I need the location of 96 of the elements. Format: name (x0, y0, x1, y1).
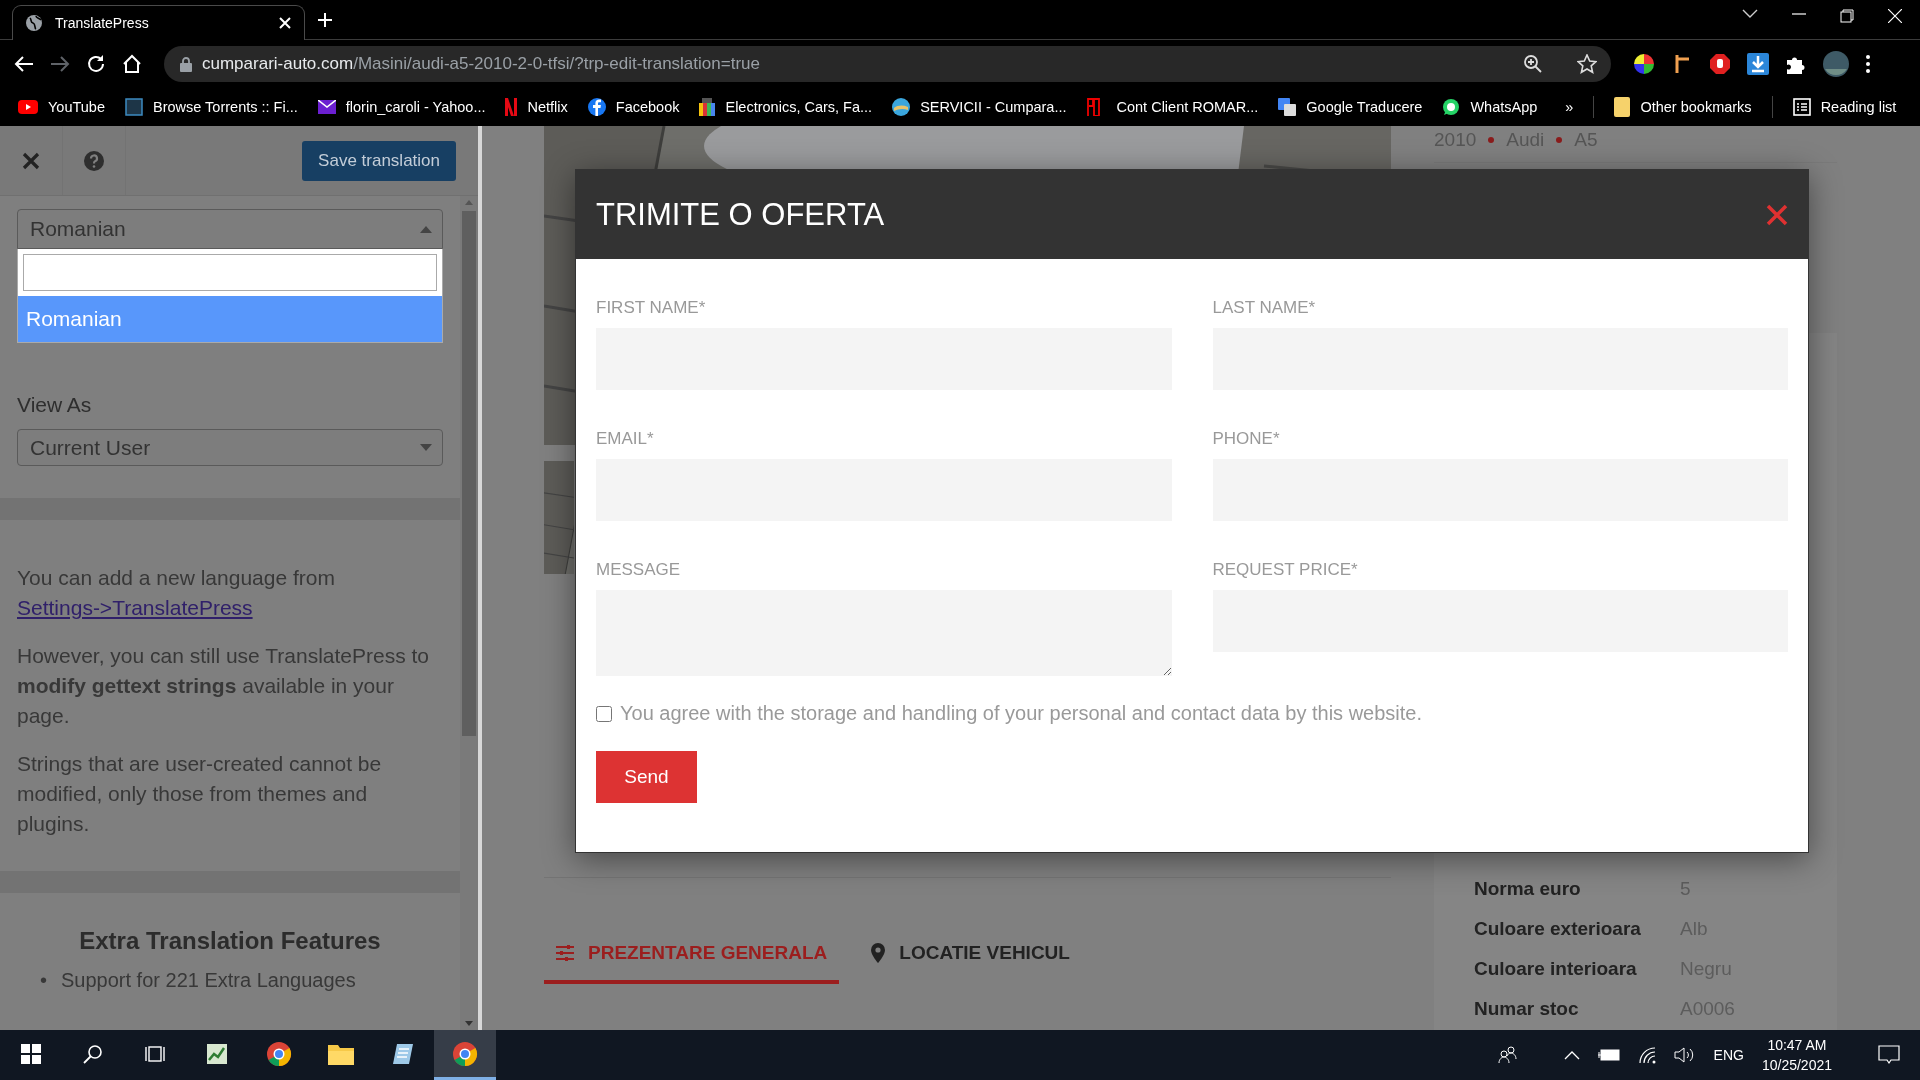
browser-tab[interactable]: TranslatePress (12, 5, 305, 40)
language-indicator[interactable]: ENG (1713, 1047, 1744, 1063)
info-paragraph: You can add a new language from Settings->TranslatePress (17, 565, 336, 621)
notification-icon (1878, 1045, 1900, 1065)
forward-arrow-icon[interactable] (50, 55, 70, 73)
bookmark-link[interactable]: SERVICII - Cumpara... (892, 98, 1067, 116)
clock[interactable]: 10:47 AM 10/25/2021 (1761, 1035, 1832, 1075)
bookmark-link[interactable]: Facebook (587, 98, 680, 116)
field-label: LAST NAME* (1212, 298, 1317, 318)
spec-label: Numar stoc (1474, 998, 1580, 1020)
bookmark-link[interactable]: Google Traducere (1278, 98, 1423, 116)
people-icon (1497, 1046, 1518, 1064)
star-icon[interactable] (1577, 54, 1597, 74)
dialog-title: TRIMITE O OFERTA (596, 196, 885, 233)
url-text: cumparari-auto.com/Masini/audi-a5-2010-2-0-tfsi/?trp-edit-translation=true (202, 54, 761, 74)
dot-icon (1556, 137, 1563, 143)
zoom-icon[interactable] (1523, 54, 1543, 74)
list-icon (1792, 98, 1811, 116)
bookmark-link[interactable]: Browse Torrents :: Fi... (125, 98, 298, 116)
send-button[interactable]: Send (596, 751, 697, 803)
globe-icon (25, 14, 43, 32)
address-bar[interactable]: cumparari-auto.com/Masini/audi-a5-2010-2-0-tfsi/?trp-edit-translation=true (164, 46, 1611, 82)
scroll-up-icon (465, 200, 473, 205)
map-pin-icon (871, 943, 886, 963)
browser-icon (266, 1040, 292, 1067)
gift-icon (699, 98, 716, 116)
field-label: EMAIL* (596, 429, 655, 449)
color-wheel-icon[interactable] (1633, 53, 1655, 75)
bookmark-link[interactable]: Electronics, Cars, Fa... (699, 98, 873, 116)
ribbon-icon (505, 98, 518, 116)
wifi-icon (1637, 1046, 1656, 1064)
message-field[interactable] (596, 590, 1172, 676)
plus-icon[interactable] (317, 11, 333, 28)
menu-icon[interactable] (1865, 54, 1871, 74)
info-paragraph: Strings that are user-created cannot be modified, only those from themes and plugins. (17, 751, 383, 837)
chat-bubble-icon (1442, 98, 1461, 116)
reload-icon[interactable] (86, 54, 106, 74)
spec-label: Norma euro (1474, 878, 1582, 900)
field-label: FIRST NAME* (596, 298, 707, 318)
chevron-down-icon[interactable] (1742, 8, 1758, 19)
circle-icon (587, 98, 606, 116)
tab-title: TranslatePress (55, 15, 150, 31)
consent-text: You agree with the storage and handling of your personal and contact data by this website. (620, 702, 1423, 725)
caret-down-icon (420, 444, 432, 451)
download-icon[interactable] (1747, 53, 1769, 75)
home-icon[interactable] (122, 54, 142, 74)
field-label: REQUEST PRICE* (1212, 560, 1359, 580)
scroll-down-icon (465, 1021, 473, 1026)
task-view-icon (145, 1043, 165, 1064)
save-translation-button[interactable]: Save translation (302, 140, 456, 181)
taskbar-app[interactable] (434, 1030, 496, 1080)
windows-icon (21, 1043, 41, 1064)
bullet-mark: • (40, 968, 47, 993)
page-tab[interactable]: LOCATIE VEHICUL (859, 942, 1082, 984)
globe-icon (892, 98, 911, 116)
bookmark-link[interactable]: florin_caroli - Yahoo... (317, 99, 486, 115)
consent-checkbox[interactable] (596, 705, 612, 722)
info-paragraph: However, you can still use TranslatePress to modify gettext strings available in your page. (17, 643, 431, 729)
reading-list-button[interactable]: Reading list (1792, 98, 1897, 116)
folder-icon (328, 1042, 354, 1065)
section-title: Extra Translation Features (78, 927, 382, 955)
spec-label: Culoare exterioara (1474, 918, 1642, 940)
field-label: PHONE* (1212, 429, 1281, 449)
bookmark-link[interactable]: Netflix (505, 98, 568, 116)
view-as-label: View As (17, 393, 93, 417)
bookmark-folder[interactable]: Other bookmarks (1614, 97, 1752, 117)
bookmark-link[interactable]: Cont Client ROMAR... (1086, 98, 1259, 116)
stop-hand-icon[interactable] (1709, 53, 1731, 75)
battery-icon (1597, 1049, 1620, 1061)
speaker-icon (1673, 1046, 1696, 1064)
translate-icon (1278, 98, 1297, 116)
bookmark-link[interactable]: WhatsApp (1442, 98, 1538, 116)
spec-label: Culoare interioara (1474, 958, 1638, 980)
folder-icon (1614, 97, 1631, 117)
search-icon (83, 1043, 103, 1064)
browser-icon (452, 1040, 478, 1067)
search-field[interactable] (23, 254, 437, 291)
square-icon (125, 98, 143, 116)
restore-icon[interactable] (1840, 8, 1854, 23)
dot-icon (1488, 137, 1495, 143)
chevron-up-icon (1563, 1050, 1580, 1060)
bookmark-link[interactable]: YouTube (18, 99, 105, 115)
chart-document-icon (205, 1041, 229, 1066)
feature-item: Support for 221 Extra Languages (61, 968, 356, 993)
field-label: MESSAGE (596, 560, 682, 580)
notepad-icon (391, 1041, 415, 1066)
play-icon (18, 100, 38, 114)
lock-icon (180, 56, 192, 72)
sliders-icon (556, 945, 574, 961)
scrollbar[interactable] (460, 196, 478, 1030)
avatar-icon[interactable] (1823, 51, 1849, 77)
more-bookmarks-button[interactable]: » (1565, 99, 1574, 115)
envelope-icon (317, 100, 336, 114)
caret-up-icon (420, 225, 432, 233)
help-icon[interactable] (83, 149, 105, 172)
back-arrow-icon[interactable] (14, 55, 34, 73)
